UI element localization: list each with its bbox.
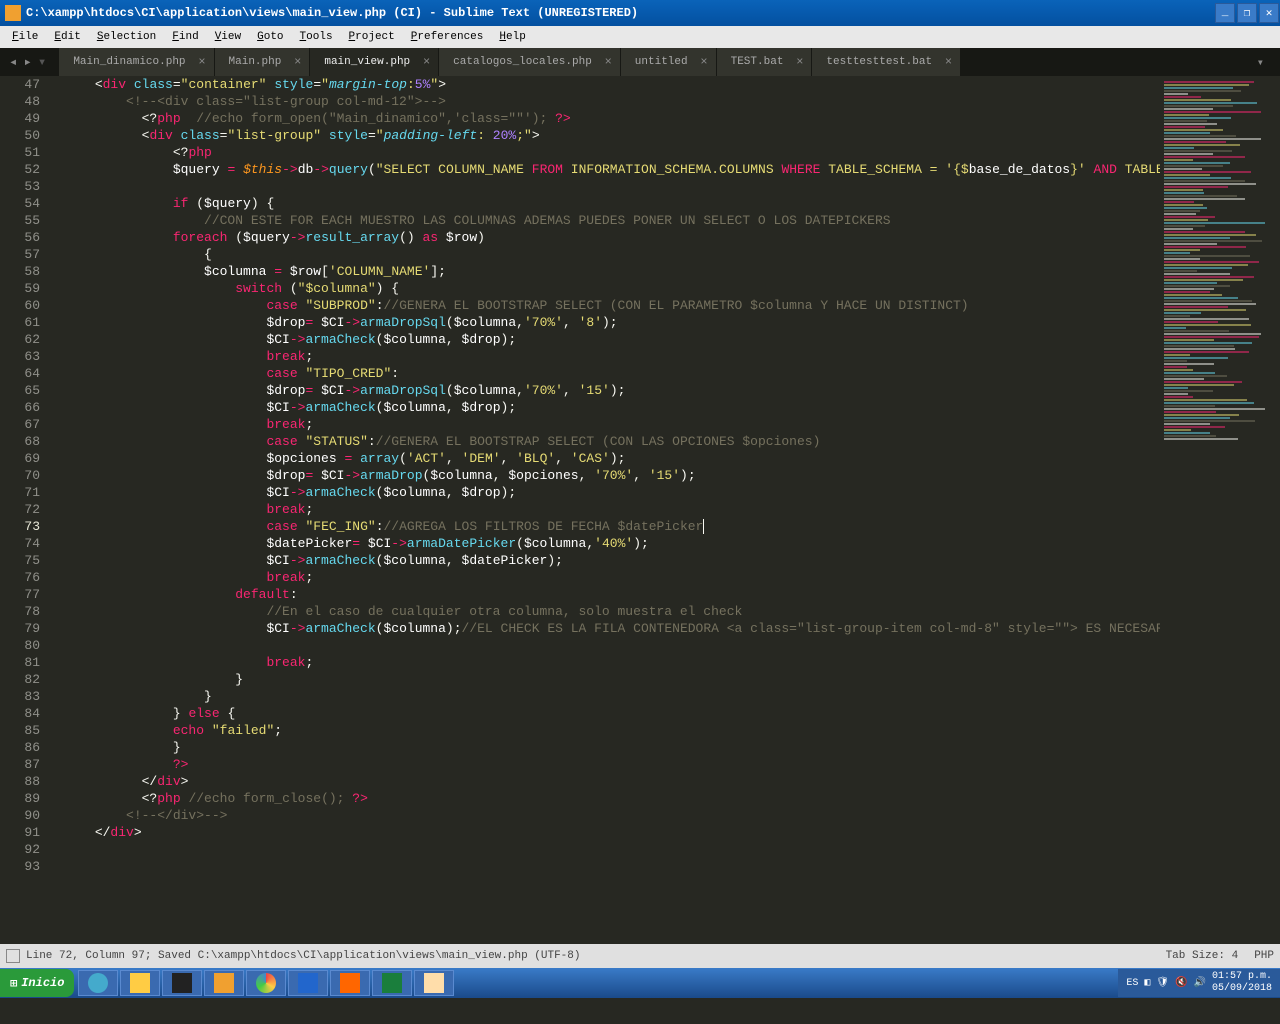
tab-close-icon[interactable]: × (945, 55, 952, 69)
taskbar-explorer-icon[interactable] (120, 970, 160, 996)
taskbar-putty-icon[interactable] (288, 970, 328, 996)
tray-clock[interactable]: 01:57 p.m. 05/09/2018 (1212, 971, 1272, 995)
system-tray[interactable]: ES ◧ 🛡 🔇 🔊 01:57 p.m. 05/09/2018 (1118, 969, 1280, 997)
tray-language[interactable]: ES (1126, 978, 1138, 989)
taskbar-chrome-icon[interactable] (246, 970, 286, 996)
line-number-gutter[interactable]: 4748495051525354555657585960616263646566… (0, 76, 48, 944)
taskbar-cmd-icon[interactable] (162, 970, 202, 996)
tab-catalogos_locales-php[interactable]: catalogos_locales.php× (439, 48, 620, 76)
tab-close-icon[interactable]: × (605, 55, 612, 69)
tab-close-icon[interactable]: × (198, 55, 205, 69)
minimap[interactable] (1160, 76, 1280, 944)
taskbar-excel-icon[interactable] (372, 970, 412, 996)
start-button[interactable]: ⊞Inicio (0, 969, 74, 997)
nav-back-icon[interactable]: ◂ (9, 54, 17, 71)
menu-file[interactable]: File (4, 29, 46, 45)
nav-fwd-icon[interactable]: ▸ (23, 54, 31, 71)
menu-tools[interactable]: Tools (292, 29, 341, 45)
window-titlebar: C:\xampp\htdocs\CI\application\views\mai… (0, 0, 1280, 26)
menu-goto[interactable]: Goto (249, 29, 291, 45)
tab-close-icon[interactable]: × (700, 55, 707, 69)
nav-down-icon[interactable]: ▾ (38, 54, 46, 71)
tray-volume-icon[interactable]: 🔊 (1194, 977, 1206, 989)
menu-project[interactable]: Project (341, 29, 403, 45)
menu-help[interactable]: Help (491, 29, 533, 45)
close-button[interactable]: ✕ (1259, 3, 1279, 23)
menu-selection[interactable]: Selection (89, 29, 164, 45)
status-bar: Line 72, Column 97; Saved C:\xampp\htdoc… (0, 944, 1280, 968)
taskbar-ie-icon[interactable] (78, 970, 118, 996)
tab-main_view-php[interactable]: main_view.php× (310, 48, 438, 76)
new-tab-button[interactable]: ▾ (1247, 55, 1274, 70)
menu-bar: FileEditSelectionFindViewGotoToolsProjec… (0, 26, 1280, 48)
status-tabsize[interactable]: Tab Size: 4 (1166, 950, 1239, 962)
status-icon[interactable] (6, 949, 20, 963)
menu-edit[interactable]: Edit (46, 29, 88, 45)
tray-speaker-icon[interactable]: 🔇 (1175, 977, 1187, 989)
code-editor[interactable]: <div class="container" style="margin-top… (48, 76, 1160, 944)
menu-find[interactable]: Find (164, 29, 206, 45)
menu-view[interactable]: View (207, 29, 249, 45)
taskbar-xampp-icon[interactable] (330, 970, 370, 996)
taskbar-paint-icon[interactable] (414, 970, 454, 996)
menu-preferences[interactable]: Preferences (403, 29, 492, 45)
taskbar-sublime-icon[interactable] (204, 970, 244, 996)
maximize-button[interactable]: ❐ (1237, 3, 1257, 23)
tab-row: ◂ ▸ ▾ Main_dinamico.php×Main.php×main_vi… (0, 48, 1280, 76)
tab-close-icon[interactable]: × (796, 55, 803, 69)
status-text: Line 72, Column 97; Saved C:\xampp\htdoc… (26, 950, 1166, 962)
app-icon (5, 5, 21, 21)
tab-Main-php[interactable]: Main.php× (215, 48, 310, 76)
tray-network-icon[interactable]: ◧ (1144, 977, 1150, 989)
tray-shield-icon[interactable]: 🛡 (1156, 977, 1169, 989)
tab-testtesttest-bat[interactable]: testtesttest.bat× (812, 48, 960, 76)
tab-close-icon[interactable]: × (294, 55, 301, 69)
tab-TEST-bat[interactable]: TEST.bat× (717, 48, 812, 76)
status-language[interactable]: PHP (1254, 950, 1274, 962)
windows-taskbar: ⊞Inicio ES ◧ 🛡 🔇 🔊 01:57 p.m. 05/09/2018 (0, 968, 1280, 998)
minimize-button[interactable]: _ (1215, 3, 1235, 23)
tab-untitled[interactable]: untitled× (621, 48, 716, 76)
tab-close-icon[interactable]: × (423, 55, 430, 69)
tab-Main_dinamico-php[interactable]: Main_dinamico.php× (59, 48, 213, 76)
window-title: C:\xampp\htdocs\CI\application\views\mai… (26, 6, 1214, 20)
